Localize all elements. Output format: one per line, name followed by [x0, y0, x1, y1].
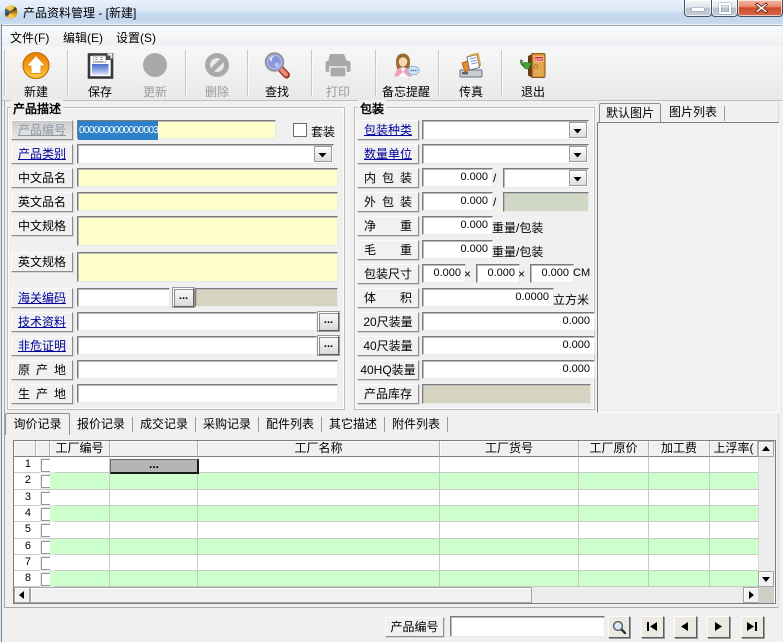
svg-text:EXIT: EXIT — [535, 57, 543, 61]
